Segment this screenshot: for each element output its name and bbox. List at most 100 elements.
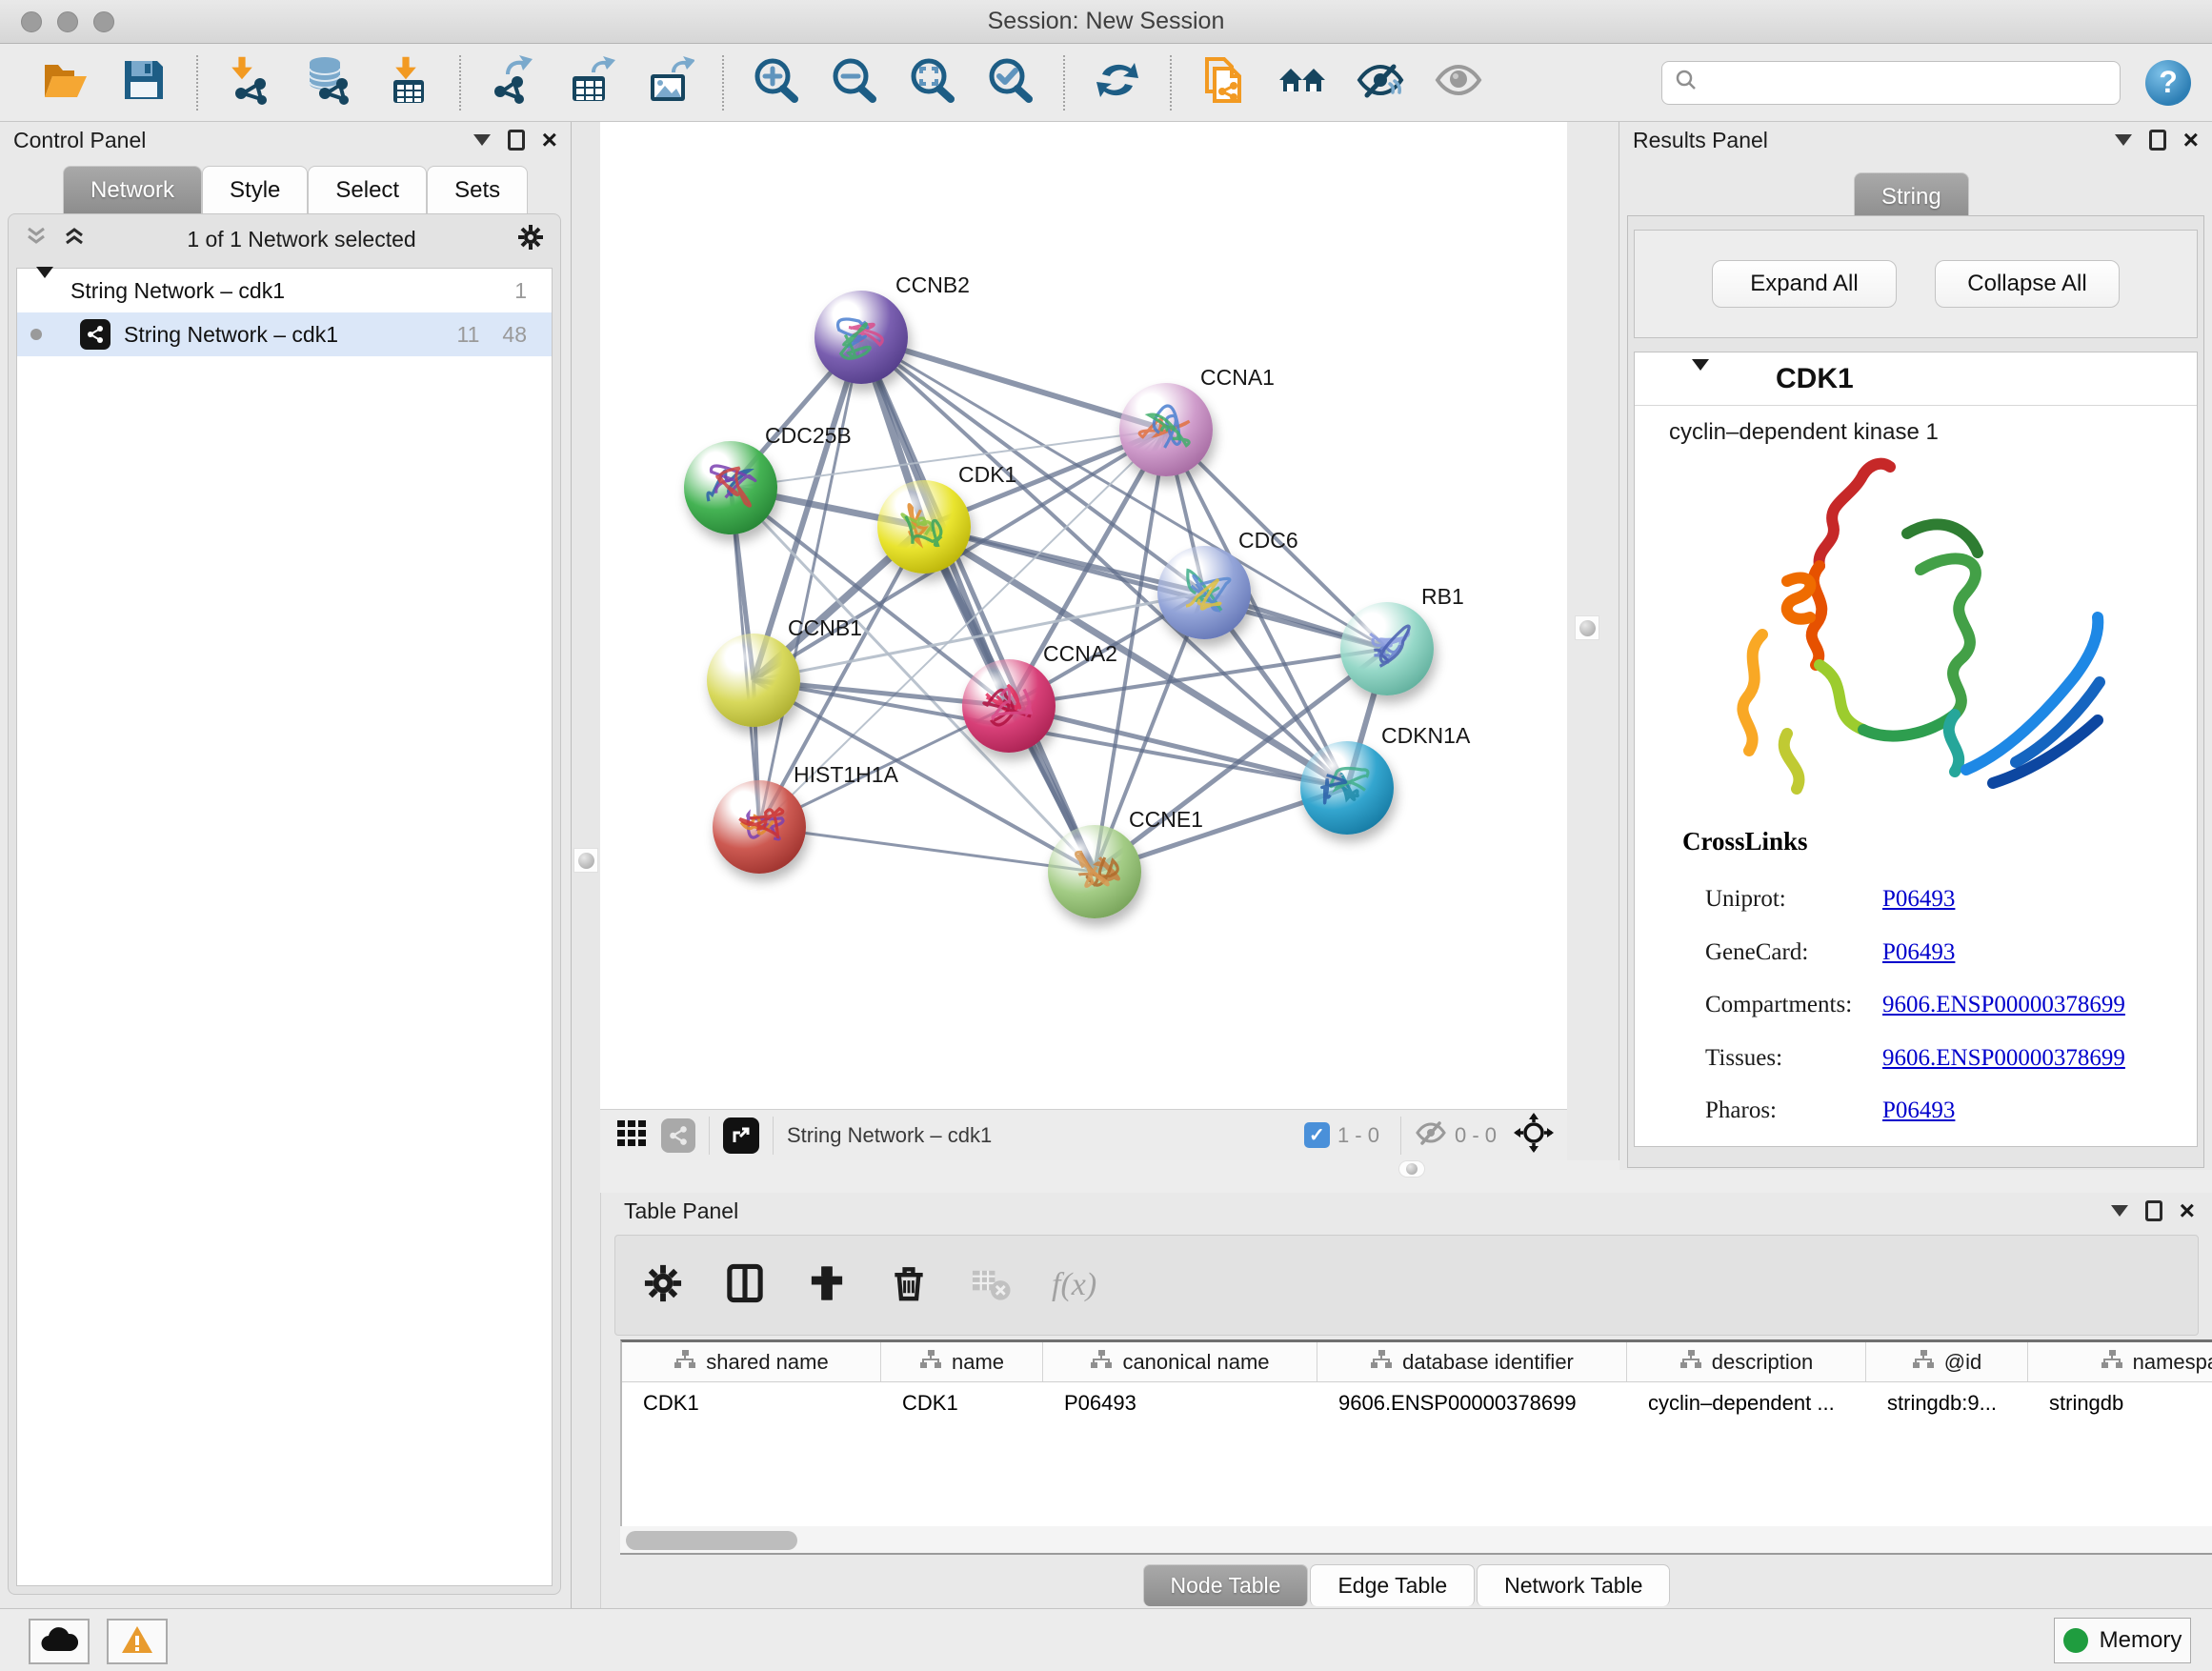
open-session-button[interactable] bbox=[39, 56, 92, 110]
detach-view-icon[interactable] bbox=[723, 1117, 759, 1154]
close-panel-icon[interactable]: × bbox=[542, 131, 557, 150]
column-header-database-identifier[interactable]: database identifier bbox=[1317, 1342, 1627, 1381]
column-header-name[interactable]: name bbox=[881, 1342, 1043, 1381]
close-panel-icon[interactable]: × bbox=[2180, 1201, 2195, 1220]
tab-edge-table[interactable]: Edge Table bbox=[1310, 1564, 1475, 1606]
node-table[interactable]: shared namenamecanonical namedatabase id… bbox=[620, 1339, 2212, 1526]
left-splitter[interactable] bbox=[572, 122, 600, 1608]
network-node-ccna2[interactable] bbox=[962, 659, 1056, 753]
cloud-status-button[interactable] bbox=[29, 1619, 90, 1664]
network-node-ccnb1[interactable] bbox=[707, 634, 800, 727]
right-splitter-handle[interactable] bbox=[1575, 615, 1599, 640]
tab-network-table[interactable]: Network Table bbox=[1477, 1564, 1670, 1606]
table-cell[interactable]: stringdb:9... bbox=[1866, 1382, 2028, 1424]
hide-glass-effects-button[interactable] bbox=[1354, 56, 1407, 110]
network-node-hist1h1a[interactable] bbox=[713, 780, 806, 874]
network-node-cdkn1a[interactable] bbox=[1300, 741, 1394, 835]
table-cell[interactable]: stringdb bbox=[2028, 1382, 2212, 1424]
expand-all-button[interactable]: Expand All bbox=[1712, 260, 1897, 308]
tab-sets[interactable]: Sets bbox=[427, 166, 528, 213]
table-toolbar: f(x) bbox=[614, 1235, 2199, 1336]
network-node-ccnb2[interactable] bbox=[814, 291, 908, 384]
column-header-namespace[interactable]: namespace bbox=[2028, 1342, 2212, 1381]
zoom-fit-button[interactable] bbox=[906, 56, 959, 110]
table-options-gear-icon[interactable] bbox=[642, 1262, 684, 1309]
collapse-all-networks-icon[interactable] bbox=[62, 225, 87, 254]
network-node-rb1[interactable] bbox=[1340, 602, 1434, 695]
zoom-in-button[interactable] bbox=[750, 56, 803, 110]
table-horizontal-scrollbar[interactable] bbox=[620, 1526, 2212, 1555]
close-panel-icon[interactable]: × bbox=[2183, 131, 2199, 150]
string-home-button[interactable] bbox=[1276, 56, 1329, 110]
birds-eye-toggle-icon[interactable] bbox=[1514, 1113, 1554, 1158]
tab-select[interactable]: Select bbox=[308, 166, 427, 213]
collapse-arrow-icon[interactable] bbox=[36, 278, 53, 304]
crosslink-link[interactable]: P06493 bbox=[1882, 939, 1955, 966]
column-header-canonical-name[interactable]: canonical name bbox=[1043, 1342, 1317, 1381]
help-button[interactable]: ? bbox=[2145, 60, 2191, 106]
left-splitter-handle[interactable] bbox=[573, 848, 598, 873]
export-table-button[interactable] bbox=[565, 56, 618, 110]
tab-style[interactable]: Style bbox=[202, 166, 308, 213]
crosslink-link[interactable]: P06493 bbox=[1882, 1097, 1955, 1124]
right-splitter[interactable] bbox=[1567, 122, 1619, 1170]
show-columns-icon[interactable] bbox=[724, 1262, 766, 1309]
float-panel-icon[interactable] bbox=[508, 130, 525, 151]
export-image-button[interactable] bbox=[643, 56, 696, 110]
import-network-file-button[interactable] bbox=[224, 56, 277, 110]
search-input[interactable] bbox=[1699, 70, 2108, 95]
table-row[interactable]: CDK1CDK1P064939606.ENSP00000378699cyclin… bbox=[622, 1382, 2212, 1424]
grid-view-icon[interactable] bbox=[615, 1117, 648, 1155]
table-cell[interactable]: CDK1 bbox=[881, 1382, 1043, 1424]
collapse-entry-icon[interactable] bbox=[1692, 371, 1709, 388]
crosslink-link[interactable]: 9606.ENSP00000378699 bbox=[1882, 992, 2125, 1018]
tab-network[interactable]: Network bbox=[63, 166, 202, 213]
table-cell[interactable]: CDK1 bbox=[622, 1382, 881, 1424]
import-table-button[interactable] bbox=[380, 56, 433, 110]
hidden-eye-slash-icon[interactable] bbox=[1415, 1118, 1447, 1153]
apply-layout-button[interactable] bbox=[1091, 56, 1144, 110]
collapse-all-button[interactable]: Collapse All bbox=[1935, 260, 2120, 308]
zoom-out-button[interactable] bbox=[828, 56, 881, 110]
table-cell[interactable]: P06493 bbox=[1043, 1382, 1317, 1424]
network-canvas[interactable]: CCNB2CCNA1CDC25BCDK1CDC6RB1CCNB1CCNA2CDK… bbox=[600, 122, 1567, 1109]
save-session-button[interactable] bbox=[117, 56, 171, 110]
scrollbar-thumb[interactable] bbox=[626, 1531, 797, 1550]
network-node-ccna1[interactable] bbox=[1119, 383, 1213, 476]
column-header-description[interactable]: description bbox=[1627, 1342, 1866, 1381]
expand-all-networks-icon[interactable] bbox=[24, 225, 49, 254]
column-header-shared-name[interactable]: shared name bbox=[622, 1342, 881, 1381]
network-row-selected[interactable]: String Network – cdk1 11 48 bbox=[17, 312, 552, 356]
panel-menu-icon[interactable] bbox=[2111, 1205, 2128, 1217]
tab-string[interactable]: String bbox=[1854, 172, 1969, 220]
network-node-ccne1[interactable] bbox=[1048, 825, 1141, 918]
panel-menu-icon[interactable] bbox=[2115, 134, 2132, 146]
network-node-cdc25b[interactable] bbox=[684, 441, 777, 534]
search-box[interactable] bbox=[1661, 61, 2121, 105]
selected-nodes-checkbox-icon[interactable]: ✓ bbox=[1304, 1122, 1330, 1148]
column-header-id[interactable]: @id bbox=[1866, 1342, 2028, 1381]
copy-network-button[interactable] bbox=[1197, 56, 1251, 110]
delete-column-icon[interactable] bbox=[888, 1262, 930, 1309]
zoom-selected-button[interactable] bbox=[984, 56, 1037, 110]
import-network-database-button[interactable] bbox=[302, 56, 355, 110]
float-panel-icon[interactable] bbox=[2149, 130, 2166, 151]
crosslink-link[interactable]: P06493 bbox=[1882, 886, 1955, 913]
panel-menu-icon[interactable] bbox=[473, 134, 491, 146]
crosslink-link[interactable]: 9606.ENSP00000378699 bbox=[1882, 1045, 2125, 1072]
table-cell[interactable]: cyclin–dependent ... bbox=[1627, 1382, 1866, 1424]
warnings-button[interactable] bbox=[107, 1619, 168, 1664]
export-network-button[interactable] bbox=[487, 56, 540, 110]
network-collection-row[interactable]: String Network – cdk1 1 bbox=[17, 269, 552, 312]
add-column-icon[interactable] bbox=[806, 1262, 848, 1309]
network-node-cdk1[interactable] bbox=[877, 480, 971, 574]
show-graphics-details-button[interactable] bbox=[1432, 56, 1485, 110]
bottom-splitter-handle[interactable] bbox=[1398, 1160, 1425, 1178]
tab-node-table[interactable]: Node Table bbox=[1143, 1564, 1309, 1606]
network-node-cdc6[interactable] bbox=[1157, 546, 1251, 639]
table-cell[interactable]: 9606.ENSP00000378699 bbox=[1317, 1382, 1627, 1424]
network-options-gear-icon[interactable] bbox=[516, 223, 545, 256]
network-view-mode-icon[interactable] bbox=[661, 1118, 695, 1153]
float-panel-icon[interactable] bbox=[2145, 1200, 2162, 1221]
memory-button[interactable]: Memory bbox=[2054, 1618, 2191, 1663]
